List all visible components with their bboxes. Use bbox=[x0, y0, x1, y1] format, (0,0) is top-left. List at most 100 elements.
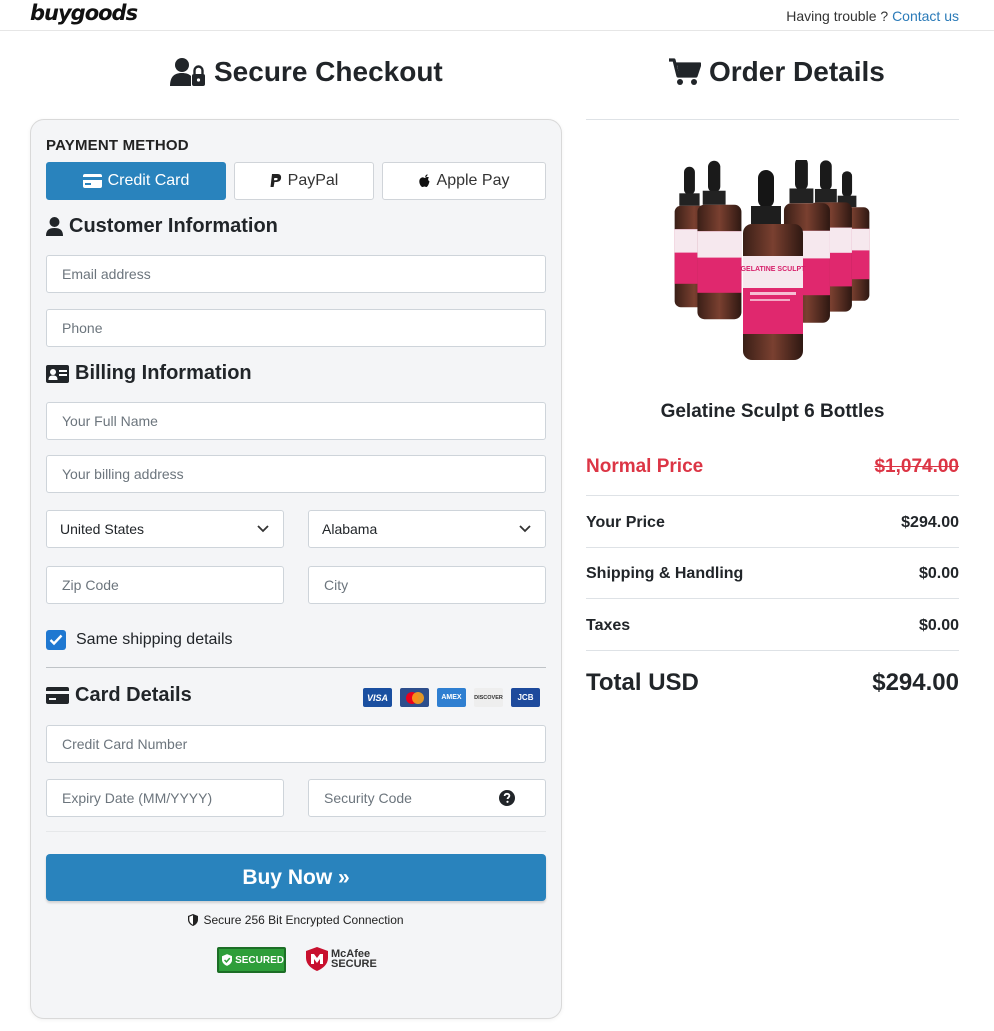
card-details-title: Card Details bbox=[75, 684, 192, 706]
paypal-tab[interactable]: PayPal bbox=[234, 162, 374, 200]
order-details-heading: Order Details bbox=[669, 56, 885, 88]
mcafee-secure-badge: McAfee SECURE bbox=[306, 947, 377, 971]
total-value: $294.00 bbox=[872, 669, 959, 696]
shopping-cart-icon bbox=[669, 58, 701, 85]
trust-guard-secured-badge: SECURED bbox=[217, 947, 286, 973]
same-shipping-checkbox[interactable] bbox=[46, 630, 66, 650]
billing-address-field[interactable]: Your billing address bbox=[46, 455, 546, 493]
jcb-icon: JCB bbox=[511, 688, 540, 707]
full-name-field[interactable]: Your Full Name bbox=[46, 402, 546, 440]
billing-information-title: Billing Information bbox=[75, 362, 252, 384]
buy-now-button[interactable]: Buy Now » bbox=[46, 854, 546, 901]
user-lock-icon bbox=[170, 58, 205, 86]
paypal-icon bbox=[270, 174, 281, 187]
email-placeholder: Email address bbox=[62, 266, 151, 282]
row-divider bbox=[586, 650, 959, 651]
your-price-value: $294.00 bbox=[901, 514, 959, 531]
secure-connection-note: Secure 256 Bit Encrypted Connection bbox=[46, 913, 546, 927]
id-card-icon bbox=[46, 364, 69, 383]
country-value: United States bbox=[60, 521, 145, 537]
zip-code-field[interactable]: Zip Code bbox=[46, 566, 284, 604]
shipping-label: Shipping & Handling bbox=[586, 565, 744, 582]
taxes-label: Taxes bbox=[586, 617, 631, 634]
help-text: Having trouble ? Contact us bbox=[786, 8, 959, 24]
taxes-value: $0.00 bbox=[918, 617, 959, 634]
same-shipping-row[interactable]: Same shipping details bbox=[46, 630, 233, 650]
full-name-placeholder: Your Full Name bbox=[62, 413, 158, 429]
payment-method-label: PAYMENT METHOD bbox=[46, 137, 189, 154]
country-select[interactable]: United States bbox=[46, 510, 284, 548]
buygoods-logo[interactable]: buygoods bbox=[30, 1, 138, 25]
normal-price-value: $1,074.00 bbox=[874, 456, 959, 477]
discover-icon: DISCOVER bbox=[474, 688, 503, 707]
apple-pay-tab[interactable]: Apple Pay bbox=[382, 162, 546, 200]
apple-icon bbox=[418, 174, 430, 187]
chevron-down-icon bbox=[519, 525, 531, 533]
your-price-label: Your Price bbox=[586, 514, 665, 531]
normal-price-row: Normal Price $1,074.00 bbox=[586, 455, 959, 479]
shipping-row: Shipping & Handling $0.00 bbox=[586, 563, 959, 585]
visa-icon: VISA bbox=[363, 688, 392, 707]
amex-icon: AMEX bbox=[437, 688, 466, 707]
state-value: Alabama bbox=[322, 521, 378, 537]
secure-checkout-title: Secure Checkout bbox=[214, 56, 443, 87]
product-image: GELATINE SCULPT bbox=[674, 160, 870, 360]
form-divider bbox=[46, 831, 546, 832]
total-row: Total USD $294.00 bbox=[586, 668, 959, 698]
expiry-date-placeholder: Expiry Date (MM/YYYY) bbox=[62, 790, 213, 806]
product-label-text: GELATINE SCULPT bbox=[741, 266, 807, 273]
question-circle-icon[interactable] bbox=[499, 790, 515, 806]
user-icon bbox=[46, 217, 63, 236]
trouble-label: Having trouble ? bbox=[786, 8, 889, 24]
state-select[interactable]: Alabama bbox=[308, 510, 546, 548]
billing-information-heading: Billing Information bbox=[46, 362, 252, 385]
phone-field[interactable]: Phone bbox=[46, 309, 546, 347]
zip-code-placeholder: Zip Code bbox=[62, 577, 119, 593]
shield-check-icon bbox=[222, 954, 233, 966]
checkmark-icon bbox=[49, 634, 63, 646]
mcafee-badge-label: McAfee SECURE bbox=[331, 948, 377, 970]
shield-icon bbox=[188, 914, 199, 926]
secure-connection-text: Secure 256 Bit Encrypted Connection bbox=[203, 913, 404, 927]
security-code-placeholder: Security Code bbox=[324, 790, 412, 806]
chevron-down-icon bbox=[257, 525, 269, 533]
billing-address-placeholder: Your billing address bbox=[62, 466, 184, 482]
security-code-field[interactable]: Security Code bbox=[308, 779, 546, 817]
row-divider bbox=[586, 547, 959, 548]
mastercard-icon bbox=[400, 688, 429, 707]
credit-card-tab[interactable]: Credit Card bbox=[46, 162, 226, 200]
phone-placeholder: Phone bbox=[62, 320, 103, 336]
email-field[interactable]: Email address bbox=[46, 255, 546, 293]
credit-card-icon bbox=[82, 174, 102, 188]
order-top-divider bbox=[586, 119, 959, 120]
section-divider bbox=[46, 667, 546, 668]
city-placeholder: City bbox=[324, 577, 349, 593]
customer-information-heading: Customer Information bbox=[46, 215, 278, 238]
mcafee-shield-icon bbox=[306, 947, 328, 971]
your-price-row: Your Price $294.00 bbox=[586, 512, 959, 534]
same-shipping-label: Same shipping details bbox=[76, 631, 233, 648]
accepted-cards: VISA AMEX DISCOVER JCB bbox=[363, 688, 540, 707]
shipping-value: $0.00 bbox=[918, 565, 959, 582]
apple-pay-tab-label: Apple Pay bbox=[436, 172, 510, 189]
total-label: Total USD bbox=[586, 669, 699, 696]
row-divider bbox=[586, 598, 959, 599]
city-field[interactable]: City bbox=[308, 566, 546, 604]
customer-information-title: Customer Information bbox=[69, 215, 278, 237]
secured-badge-label: SECURED bbox=[235, 954, 284, 966]
top-bar: buygoods Having trouble ? Contact us bbox=[0, 0, 994, 31]
credit-card-tab-label: Credit Card bbox=[107, 172, 190, 189]
expiry-date-field[interactable]: Expiry Date (MM/YYYY) bbox=[46, 779, 284, 817]
order-details-title: Order Details bbox=[709, 56, 885, 87]
normal-price-label: Normal Price bbox=[586, 456, 704, 477]
card-number-field[interactable]: Credit Card Number bbox=[46, 725, 546, 763]
credit-card-icon bbox=[46, 687, 69, 704]
card-number-placeholder: Credit Card Number bbox=[62, 736, 188, 752]
card-details-heading: Card Details bbox=[46, 684, 192, 707]
secure-checkout-heading: Secure Checkout bbox=[170, 56, 443, 88]
paypal-tab-label: PayPal bbox=[287, 172, 339, 189]
product-name: Gelatine Sculpt 6 Bottles bbox=[660, 401, 885, 422]
row-divider bbox=[586, 495, 959, 496]
contact-us-link[interactable]: Contact us bbox=[892, 8, 959, 24]
taxes-row: Taxes $0.00 bbox=[586, 615, 959, 637]
